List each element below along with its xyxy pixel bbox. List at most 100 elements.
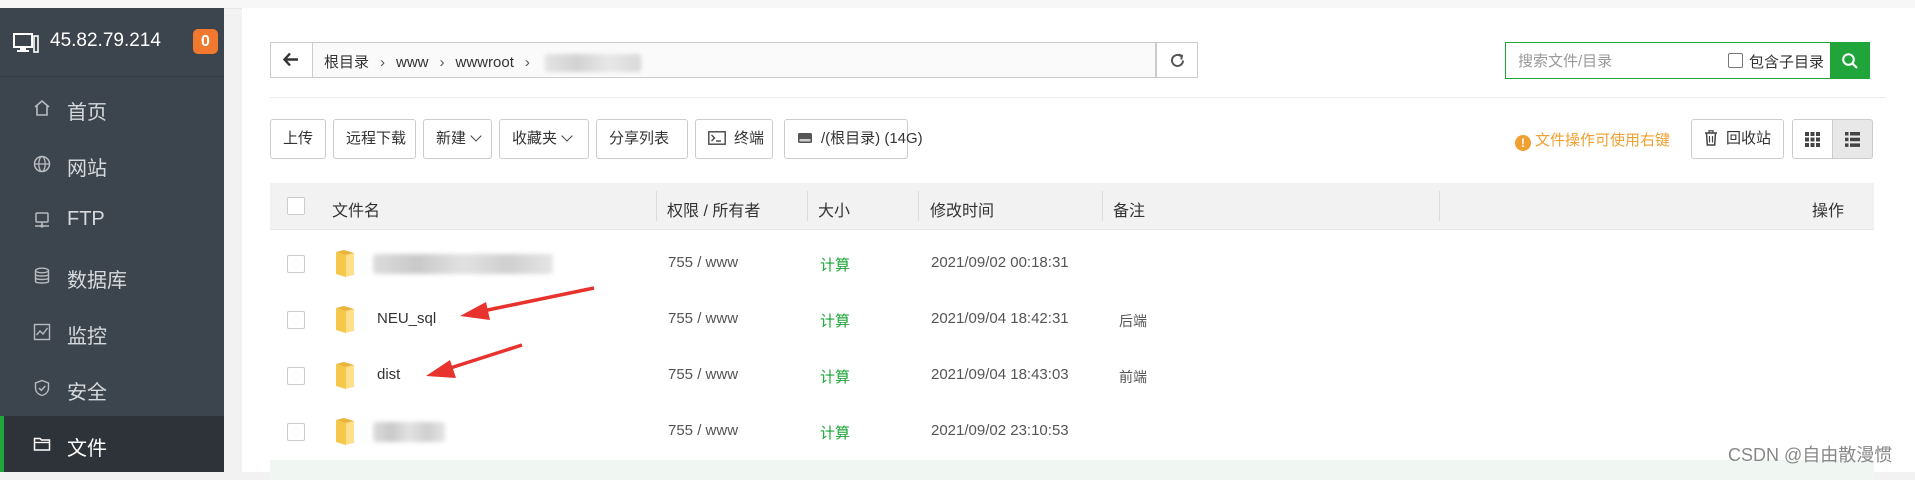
breadcrumb: 根目录 › www › wwwroot › — [324, 51, 641, 73]
column-divider — [918, 191, 919, 221]
path-bar: 根目录 › www › wwwroot › — [270, 42, 1156, 78]
file-mtime: 2021/09/02 00:18:31 — [931, 254, 1069, 271]
list-view-button[interactable] — [1832, 119, 1873, 159]
back-button[interactable] — [271, 43, 313, 77]
context-menu-hint: ! 文件操作可使用右键 — [1515, 129, 1670, 151]
header-note: 备注 — [1113, 203, 1146, 220]
include-subdirs-checkbox[interactable] — [1728, 53, 1743, 68]
select-all-checkbox[interactable] — [287, 197, 305, 215]
crumb-redacted[interactable] — [544, 54, 641, 73]
remote-download-button[interactable]: 远程下载 — [333, 119, 416, 159]
crumb-root[interactable]: 根目录 — [324, 51, 369, 72]
server-header: 45.82.79.214 0 — [0, 8, 224, 77]
search-input[interactable] — [1516, 49, 1720, 73]
file-mtime: 2021/09/04 18:43:03 — [931, 366, 1069, 383]
header-mtime[interactable]: 修改时间 — [930, 197, 994, 221]
column-divider — [1439, 191, 1440, 221]
favorites-label: 收藏夹 — [512, 130, 558, 147]
row-checkbox[interactable] — [287, 423, 305, 441]
file-name-redacted[interactable] — [373, 254, 553, 274]
table-row[interactable]: NEU_sql 755 / www 计算 2021/09/04 18:42:31… — [270, 292, 1874, 349]
file-note[interactable]: 后端 — [1119, 311, 1147, 331]
shield-icon — [34, 379, 50, 397]
column-divider — [1102, 191, 1103, 221]
table-row-partial — [270, 460, 1874, 480]
sidebar-item-website[interactable]: 网站 — [0, 136, 224, 192]
chevron-right-icon: › — [380, 54, 386, 71]
sidebar-item-security[interactable]: 安全 — [0, 360, 224, 416]
sidebar-item-label: FTP — [67, 208, 105, 230]
sidebar-item-label: 安全 — [67, 382, 107, 404]
recycle-bin-button[interactable]: 回收站 — [1691, 119, 1784, 159]
file-permission[interactable]: 755 / www — [668, 254, 738, 271]
row-checkbox[interactable] — [287, 367, 305, 385]
sidebar-item-database[interactable]: 数据库 — [0, 248, 224, 304]
file-size-calc-link[interactable]: 计算 — [820, 254, 850, 275]
file-name[interactable]: NEU_sql — [377, 310, 436, 327]
grid-view-button[interactable] — [1792, 119, 1833, 159]
crumb-wwwroot[interactable]: wwwroot — [456, 54, 514, 71]
terminal-label: 终端 — [734, 130, 765, 147]
chevron-down-icon — [470, 130, 482, 142]
disk-root-button[interactable]: /(根目录) (14G) — [784, 119, 923, 159]
header-permission[interactable]: 权限 / 所有者 — [667, 197, 760, 221]
chevron-right-icon: › — [439, 54, 445, 71]
header-actions: 操作 — [1812, 203, 1845, 220]
file-mtime: 2021/09/04 18:42:31 — [931, 310, 1069, 327]
new-dropdown-button[interactable]: 新建 — [423, 119, 492, 159]
file-mtime: 2021/09/02 23:10:53 — [931, 422, 1069, 439]
table-row[interactable]: 755 / www 计算 2021/09/02 23:10:53 — [270, 404, 1874, 461]
file-size-calc-link[interactable]: 计算 — [820, 310, 850, 331]
folder-icon — [336, 306, 354, 333]
file-manager-panel: 根目录 › www › wwwroot › 包含子目录 上传 远程下载 新建 收藏夹 分享… — [242, 8, 1915, 480]
upload-button[interactable]: 上传 — [270, 119, 326, 159]
hard-disk-icon — [798, 133, 812, 144]
sidebar-item-label: 文件 — [67, 438, 107, 460]
list-view-icon — [1845, 132, 1860, 147]
file-size-calc-link[interactable]: 计算 — [820, 366, 850, 387]
file-name-redacted[interactable] — [373, 422, 445, 442]
favorites-dropdown-button[interactable]: 收藏夹 — [499, 119, 589, 159]
chevron-down-icon — [561, 130, 573, 142]
folder-icon — [336, 250, 354, 277]
sidebar-item-monitor[interactable]: 监控 — [0, 304, 224, 360]
file-permission[interactable]: 755 / www — [668, 422, 738, 439]
search-button[interactable] — [1830, 42, 1870, 79]
folder-icon — [336, 418, 354, 445]
file-permission[interactable]: 755 / www — [668, 366, 738, 383]
file-permission[interactable]: 755 / www — [668, 310, 738, 327]
grid-view-icon — [1805, 132, 1820, 147]
info-icon: ! — [1515, 135, 1531, 151]
sidebar-item-label: 首页 — [67, 102, 107, 124]
sidebar-item-home[interactable]: 首页 — [0, 80, 224, 136]
crumb-www[interactable]: www — [396, 54, 429, 71]
header-size[interactable]: 大小 — [818, 197, 850, 221]
table-row[interactable]: 755 / www 计算 2021/09/02 00:18:31 — [270, 236, 1874, 293]
globe-icon — [33, 155, 51, 173]
header-filename[interactable]: 文件名 — [332, 197, 380, 221]
share-list-button[interactable]: 分享列表 — [596, 119, 688, 159]
sidebar-item-ftp[interactable]: FTP — [0, 192, 224, 248]
hint-text: 文件操作可使用右键 — [1535, 132, 1671, 149]
refresh-icon — [1171, 53, 1184, 67]
database-icon — [34, 267, 50, 284]
terminal-icon — [708, 131, 726, 145]
file-note[interactable]: 前端 — [1119, 367, 1147, 387]
row-checkbox[interactable] — [287, 255, 305, 273]
refresh-button[interactable] — [1156, 42, 1198, 78]
row-checkbox[interactable] — [287, 311, 305, 329]
message-count-badge[interactable]: 0 — [193, 29, 218, 54]
folder-icon — [336, 362, 354, 389]
server-monitor-icon — [13, 33, 39, 53]
file-table-header: 文件名 权限 / 所有者 大小 修改时间 备注 操作 — [270, 183, 1874, 230]
sidebar-item-label: 网站 — [67, 158, 107, 180]
file-name[interactable]: dist — [377, 366, 400, 383]
sidebar-item-files[interactable]: 文件 — [0, 416, 224, 472]
sidebar-item-label: 数据库 — [67, 270, 127, 292]
file-size-calc-link[interactable]: 计算 — [820, 422, 850, 443]
terminal-button[interactable]: 终端 — [695, 119, 773, 159]
table-row[interactable]: dist 755 / www 计算 2021/09/04 18:43:03 前端 — [270, 348, 1874, 405]
divider — [270, 97, 1886, 98]
column-divider — [807, 191, 808, 221]
sidebar-menu: 首页 网站 FTP 数据库 监控 安全 文件 — [0, 80, 224, 472]
